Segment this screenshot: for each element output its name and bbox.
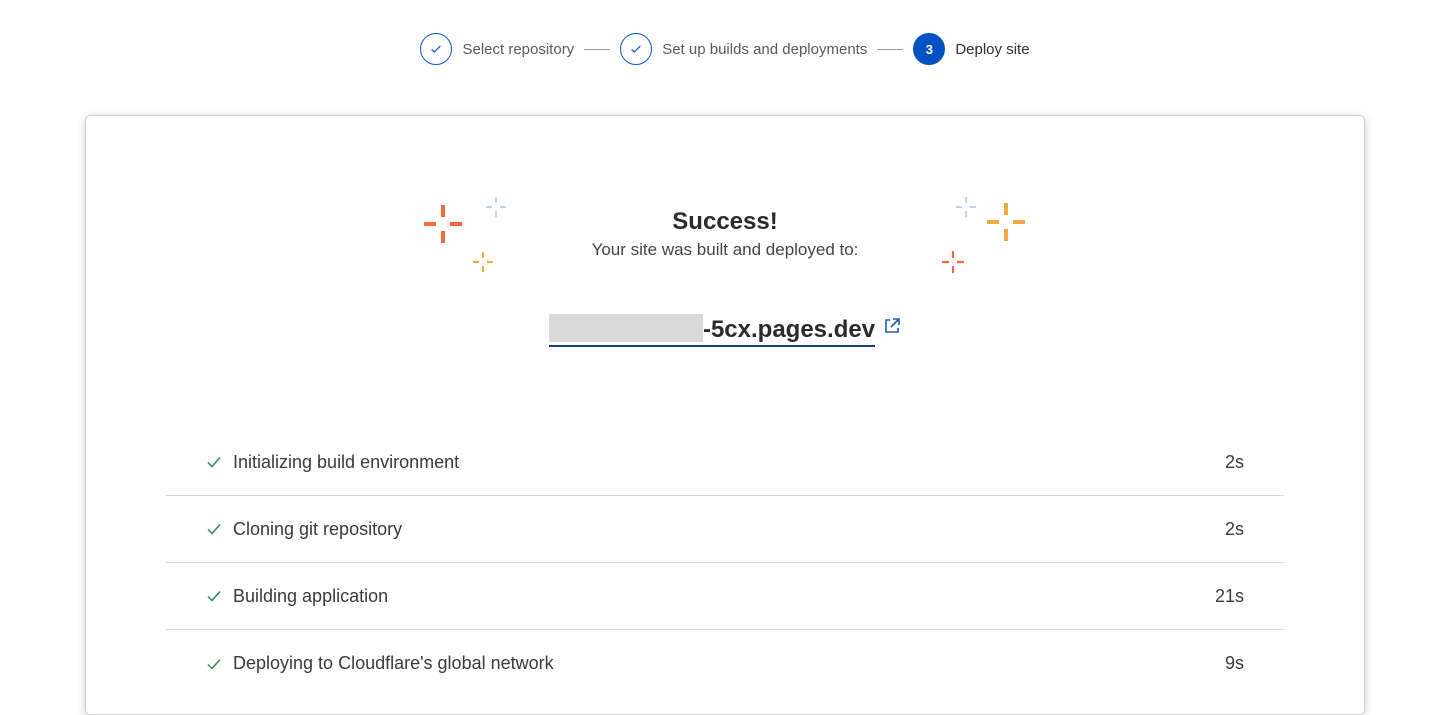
build-steps-list: Initializing build environment 2s Clonin…: [166, 429, 1284, 697]
step-label: Select repository: [462, 40, 575, 58]
step-complete-check-icon: [420, 33, 453, 65]
build-step-row: Cloning git repository 2s: [166, 496, 1284, 563]
deployed-url-text: -5cx.pages.dev: [702, 316, 876, 343]
build-step-name: Cloning git repository: [233, 518, 403, 539]
step-number-badge: 3: [913, 33, 946, 65]
deploy-result-card: Success! Your site was built and deploye…: [85, 115, 1365, 715]
external-link-icon[interactable]: [883, 317, 901, 335]
step-label: Deploy site: [955, 40, 1030, 58]
step-deploy-site: 3 Deploy site: [913, 33, 1030, 65]
build-step-duration: 2s: [1224, 451, 1244, 472]
build-step-name: Initializing build environment: [233, 451, 460, 472]
success-subtitle: Your site was built and deployed to:: [591, 240, 859, 259]
check-icon: [207, 658, 221, 670]
build-step-duration: 21s: [1214, 585, 1244, 606]
step-connector: [584, 48, 611, 50]
deployed-url-row: -5cx.pages.dev: [86, 314, 1364, 347]
check-icon: [207, 457, 221, 468]
success-title: Success!: [672, 208, 778, 235]
build-step-duration: 9s: [1224, 653, 1244, 673]
step-setup-builds[interactable]: Set up builds and deployments: [620, 33, 867, 65]
build-step-name: Deploying to Cloudflare's global network: [233, 653, 554, 673]
build-step-row: Initializing build environment 2s: [166, 429, 1284, 496]
progress-stepper: Select repository Set up builds and depl…: [0, 32, 1450, 66]
deployed-site-link[interactable]: -5cx.pages.dev: [548, 314, 876, 347]
step-label: Set up builds and deployments: [662, 40, 868, 58]
step-select-repository[interactable]: Select repository: [420, 33, 574, 65]
check-icon: [207, 524, 221, 535]
step-connector: [877, 48, 904, 50]
build-step-row: Building application 21s: [166, 563, 1284, 630]
redacted-subdomain: [548, 314, 703, 342]
build-step-name: Building application: [233, 585, 389, 606]
step-complete-check-icon: [620, 33, 653, 65]
build-step-row: Deploying to Cloudflare's global network…: [166, 630, 1284, 697]
build-step-duration: 2s: [1224, 518, 1244, 539]
check-icon: [207, 591, 221, 602]
